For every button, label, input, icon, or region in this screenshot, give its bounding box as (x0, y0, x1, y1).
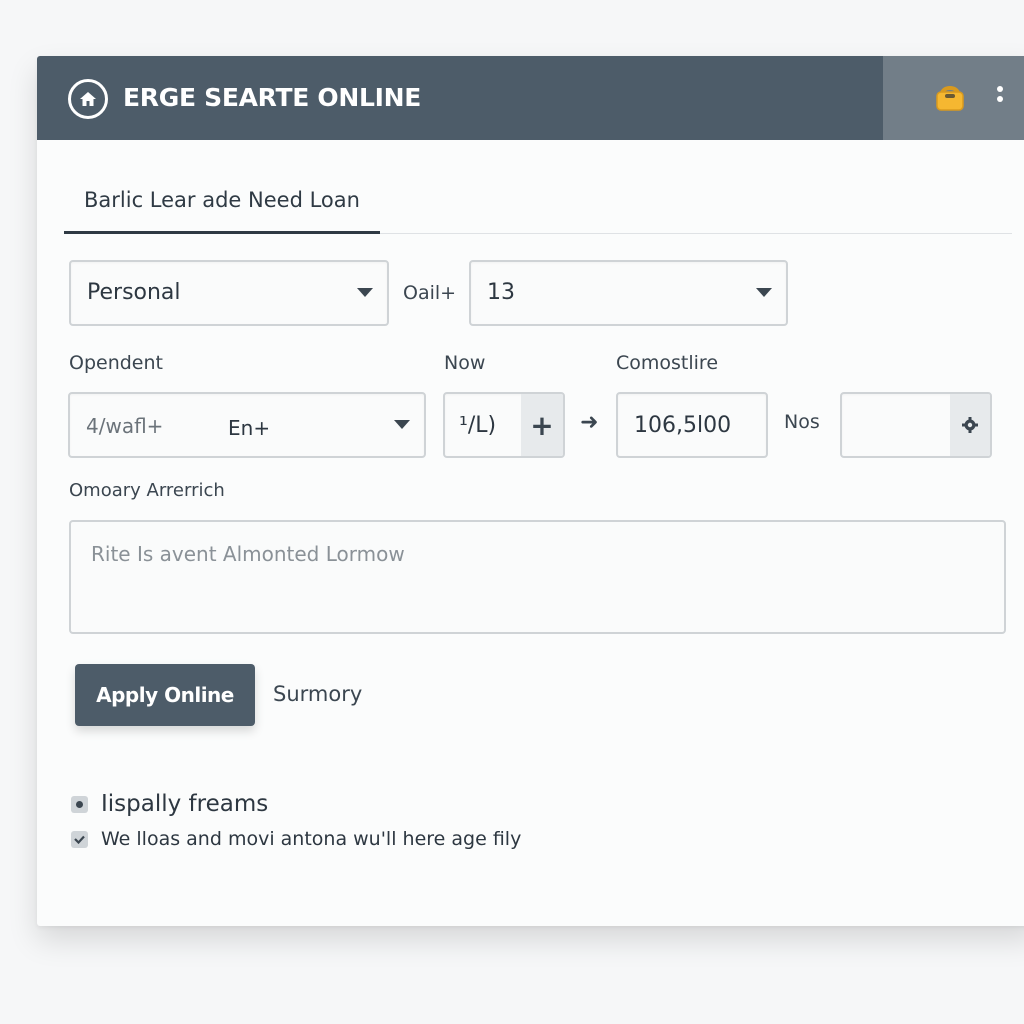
loan-type-select[interactable]: Personal (69, 260, 389, 326)
summary-link[interactable]: Surmory (273, 682, 362, 706)
chevron-down-icon (357, 288, 373, 297)
comostlire-value: 106,5l00 (634, 413, 732, 438)
notes-textarea[interactable]: Rite Is avent Almonted Lormow (69, 520, 1006, 634)
notes-placeholder: Rite Is avent Almonted Lormow (91, 542, 405, 566)
comostlire-input[interactable]: 106,5l00 (616, 392, 768, 458)
increment-button[interactable]: + (521, 394, 563, 456)
term-select[interactable]: 13 (469, 260, 788, 326)
now-label: Now (444, 352, 486, 374)
checkbox-unchecked[interactable] (71, 795, 88, 813)
title-bar: ERGE SEARTE ONLINE (37, 56, 1024, 140)
now-stepper[interactable]: ¹/L) + (443, 392, 565, 458)
settings-button[interactable] (950, 394, 990, 456)
loan-application-window: ERGE SEARTE ONLINE Barlic Lear ade Need … (37, 56, 1024, 926)
notes-label: Omoary Arrerrich (69, 480, 225, 501)
more-vertical-icon[interactable] (993, 82, 1007, 112)
plus-icon: + (530, 408, 554, 442)
option-label: We lloas and movi antona wu'll here age … (101, 828, 522, 850)
nos-input[interactable] (840, 392, 992, 458)
opendent-select[interactable]: 4/wafl+ En+ (68, 392, 426, 458)
nos-label: Nos (784, 411, 820, 433)
dot-icon (76, 800, 83, 808)
lock-icon[interactable] (933, 80, 967, 114)
chevron-down-icon (756, 288, 772, 297)
opendent-suffix: En+ (228, 416, 271, 440)
app-title: ERGE SEARTE ONLINE (123, 83, 422, 112)
option-label: Iispally freams (101, 791, 269, 817)
chevron-down-icon (394, 420, 410, 429)
opendent-label: Opendent (69, 352, 163, 374)
comostlire-label: Comostlire (616, 352, 719, 374)
term-value: 13 (487, 280, 515, 305)
opendent-value: 4/wafl+ (86, 414, 164, 438)
gear-icon (962, 417, 978, 433)
oail-label: Oail+ (403, 282, 457, 304)
apply-online-button[interactable]: Apply Online (75, 664, 255, 726)
tab-divider (380, 233, 1012, 234)
checkbox-checked[interactable] (71, 830, 88, 848)
check-icon (74, 835, 85, 844)
tab-need-loan[interactable]: Barlic Lear ade Need Loan (84, 188, 360, 212)
option-row[interactable]: We lloas and movi antona wu'll here age … (71, 828, 521, 850)
now-value: ¹/L) (459, 413, 497, 438)
option-row[interactable]: Iispally freams (71, 791, 268, 817)
tab-active-indicator (64, 231, 380, 234)
home-icon[interactable] (68, 79, 108, 119)
loan-type-value: Personal (87, 280, 181, 305)
arrow-right-icon: ➜ (580, 410, 599, 435)
